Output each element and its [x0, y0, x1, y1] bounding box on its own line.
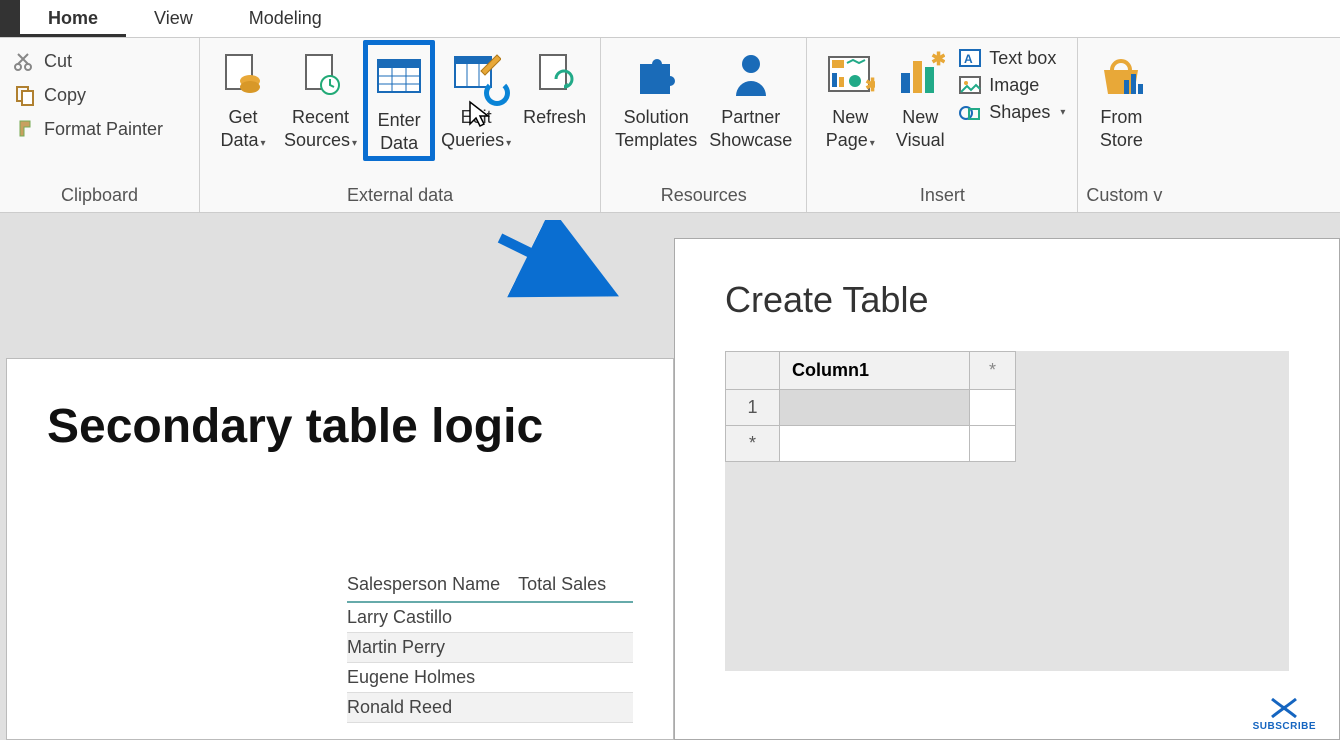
- new-page-button[interactable]: ✱ New Page▾: [815, 42, 885, 153]
- svg-text:✱: ✱: [931, 51, 945, 69]
- table-row: Ronald Reed: [347, 693, 633, 723]
- recent-sources-button[interactable]: Recent Sources▾: [278, 42, 363, 153]
- format-painter-label: Format Painter: [44, 119, 163, 140]
- report-title: Secondary table logic: [47, 399, 633, 454]
- enter-data-icon: [374, 51, 424, 107]
- app-menu-corner[interactable]: [0, 0, 20, 37]
- paintbrush-icon: [14, 118, 36, 140]
- create-table-dialog[interactable]: Create Table Column1 * 1 *: [674, 238, 1340, 740]
- grid-add-cell[interactable]: [970, 426, 1016, 462]
- edit-queries-label: Edit Queries▾: [441, 106, 511, 153]
- group-label-clipboard: Clipboard: [8, 185, 191, 210]
- refresh-label: Refresh: [523, 106, 586, 129]
- get-data-icon: [220, 48, 266, 104]
- col-total-sales: Total Sales: [518, 574, 606, 595]
- image-label: Image: [989, 75, 1039, 96]
- group-resources: Solution Templates Partner Showcase Reso…: [601, 38, 807, 212]
- image-icon: [959, 76, 981, 96]
- shapes-label: Shapes: [989, 102, 1050, 123]
- shapes-icon: [959, 103, 981, 123]
- grid-add-cell[interactable]: [970, 390, 1016, 426]
- edit-queries-button[interactable]: Edit Queries▾: [435, 42, 517, 153]
- svg-text:A: A: [964, 52, 973, 66]
- enter-data-label: Enter Data: [378, 109, 421, 156]
- grid-cell[interactable]: [780, 390, 970, 426]
- new-page-icon: ✱: [825, 48, 875, 104]
- get-data-button[interactable]: Get Data▾: [208, 42, 278, 153]
- col-salesperson: Salesperson Name: [347, 574, 500, 595]
- grid-column-header[interactable]: Column1: [780, 352, 970, 390]
- solution-templates-button[interactable]: Solution Templates: [609, 42, 703, 153]
- annotation-arrow: [480, 220, 640, 320]
- refresh-button[interactable]: Refresh: [517, 42, 592, 129]
- person-icon: [728, 48, 774, 104]
- textbox-label: Text box: [989, 48, 1056, 69]
- table-row: Eugene Holmes: [347, 663, 633, 693]
- format-painter-button[interactable]: Format Painter: [8, 114, 169, 144]
- subscribe-label: SUBSCRIBE: [1253, 721, 1316, 732]
- textbox-icon: A: [959, 49, 981, 69]
- partner-showcase-label: Partner Showcase: [709, 106, 792, 153]
- solution-templates-label: Solution Templates: [615, 106, 697, 153]
- group-label-insert: Insert: [815, 185, 1069, 210]
- cut-label: Cut: [44, 51, 72, 72]
- create-table-grid[interactable]: Column1 * 1 *: [725, 351, 1016, 462]
- subscribe-badge[interactable]: SUBSCRIBE: [1253, 697, 1316, 732]
- recent-sources-icon: [298, 48, 344, 104]
- group-label-custom: Custom v: [1086, 185, 1162, 210]
- group-insert: ✱ New Page▾ ✱ New Visual A Text box Imag…: [807, 38, 1078, 212]
- svg-text:✱: ✱: [865, 75, 875, 95]
- new-visual-button[interactable]: ✱ New Visual: [885, 42, 955, 153]
- get-data-label: Get Data▾: [220, 106, 265, 153]
- report-canvas[interactable]: Secondary table logic Salesperson Name T…: [6, 358, 674, 740]
- recent-sources-label: Recent Sources▾: [284, 106, 357, 153]
- puzzle-icon: [630, 48, 682, 104]
- grid-corner[interactable]: [726, 352, 780, 390]
- grid-add-column[interactable]: *: [970, 352, 1016, 390]
- group-external-data: Get Data▾ Recent Sources▾ Enter Data Edi…: [200, 38, 601, 212]
- dialog-title: Create Table: [725, 279, 1289, 321]
- image-button[interactable]: Image: [959, 75, 1065, 96]
- store-icon: [1094, 48, 1148, 104]
- partner-showcase-button[interactable]: Partner Showcase: [703, 42, 798, 153]
- shapes-button[interactable]: Shapes▾: [959, 102, 1065, 123]
- cut-button[interactable]: Cut: [8, 46, 169, 76]
- group-label-external: External data: [208, 185, 592, 210]
- sales-table[interactable]: Salesperson Name Total Sales Larry Casti…: [347, 574, 633, 723]
- refresh-icon: [532, 48, 578, 104]
- new-page-label: New Page▾: [826, 106, 875, 153]
- grid-row-header[interactable]: 1: [726, 390, 780, 426]
- group-label-resources: Resources: [609, 185, 798, 210]
- scissors-icon: [14, 50, 36, 72]
- edit-queries-icon: [451, 48, 501, 104]
- ribbon-tabs: Home View Modeling: [0, 0, 1340, 38]
- group-clipboard: Cut Copy Format Painter Clipboard: [0, 38, 200, 212]
- ribbon: Cut Copy Format Painter Clipboard Get: [0, 38, 1340, 213]
- tab-home[interactable]: Home: [20, 0, 126, 37]
- from-store-button[interactable]: From Store: [1086, 42, 1156, 153]
- table-row: Martin Perry: [347, 633, 633, 663]
- textbox-button[interactable]: A Text box: [959, 48, 1065, 69]
- copy-icon: [14, 84, 36, 106]
- copy-button[interactable]: Copy: [8, 80, 169, 110]
- new-visual-label: New Visual: [896, 106, 945, 153]
- group-custom: From Store Custom v: [1078, 38, 1170, 212]
- grid-cell[interactable]: [780, 426, 970, 462]
- from-store-label: From Store: [1100, 106, 1143, 153]
- tab-modeling[interactable]: Modeling: [221, 0, 350, 37]
- table-row: Larry Castillo: [347, 603, 633, 633]
- grid-add-row[interactable]: *: [726, 426, 780, 462]
- copy-label: Copy: [44, 85, 86, 106]
- new-visual-icon: ✱: [895, 48, 945, 104]
- dna-icon: [1268, 697, 1300, 719]
- tab-view[interactable]: View: [126, 0, 221, 37]
- enter-data-button[interactable]: Enter Data: [363, 40, 435, 161]
